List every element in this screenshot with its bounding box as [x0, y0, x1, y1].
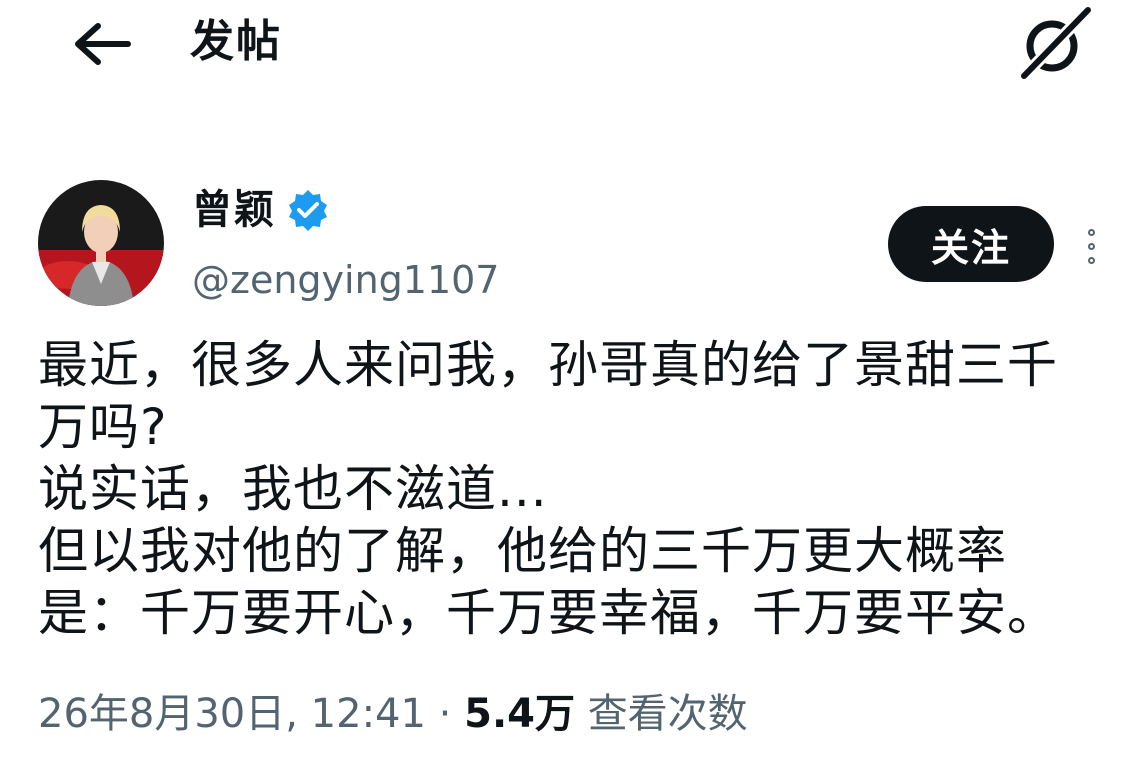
verified-badge-icon [289, 190, 327, 231]
grok-icon [1019, 5, 1093, 81]
more-options-button[interactable] [1074, 216, 1108, 276]
post-meta: 26年8月30日, 12:41 · 5.4万 查看次数 [38, 686, 748, 742]
author-name: 曾颖 [192, 187, 276, 233]
more-dot [1087, 256, 1095, 264]
top-bar: 发帖 [0, 0, 1132, 90]
post-line: 是：千万要开心，千万要幸福，千万要平安。 [38, 584, 1058, 642]
post-timestamp[interactable]: 26年8月30日, 12:41 [38, 691, 426, 737]
post-line: 最近，很多人来问我，孙哥真的给了景甜三千 [38, 336, 1058, 394]
grok-button[interactable] [1012, 4, 1096, 84]
post-line: 万吗? [38, 398, 168, 456]
back-button[interactable] [70, 18, 134, 70]
post-text: 最近，很多人来问我，孙哥真的给了景甜三千 万吗? 说实话，我也不滋道... 但以… [38, 334, 1108, 644]
meta-separator: · [438, 691, 452, 737]
author-handle[interactable]: @zengying1107 [192, 256, 500, 304]
post-line: 但以我对他的了解，他给的三千万更大概率 [38, 522, 1007, 580]
follow-button[interactable]: 关注 [888, 206, 1054, 282]
author-name-row[interactable]: 曾颖 [192, 184, 330, 236]
arrow-left-icon [75, 23, 131, 65]
profile-photo [38, 180, 164, 306]
avatar[interactable] [38, 180, 164, 306]
post-line: 说实话，我也不滋道... [38, 460, 548, 518]
views-link[interactable]: 5.4万 查看次数 [464, 691, 748, 737]
more-dot [1087, 242, 1095, 250]
views-label: 查看次数 [587, 691, 748, 737]
views-count: 5.4万 [464, 691, 575, 737]
page-title: 发帖 [190, 16, 282, 67]
more-dot [1087, 228, 1095, 236]
